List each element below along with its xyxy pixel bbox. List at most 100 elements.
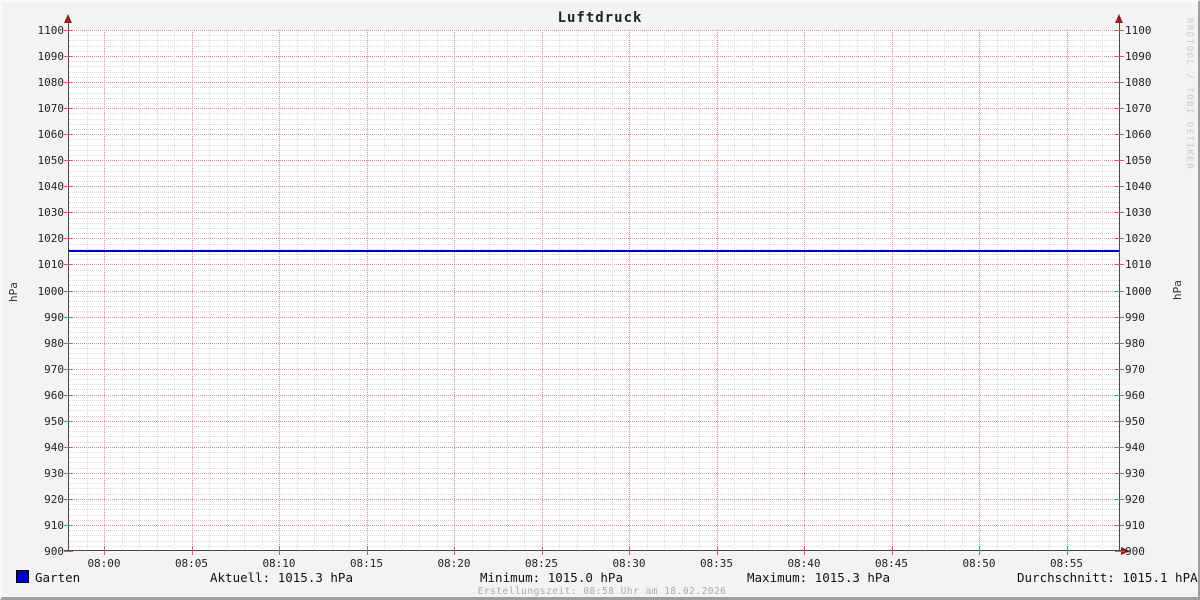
y-tick-mark-right bbox=[1115, 56, 1124, 58]
y-tick-mark-left bbox=[64, 108, 73, 110]
y-tick-label-right: 1020 bbox=[1125, 232, 1152, 246]
stat-aktuell: Aktuell: 1015.3 hPa bbox=[210, 570, 353, 585]
y-axis-label-left: hPa bbox=[7, 282, 20, 302]
gridline-v-major bbox=[629, 30, 630, 551]
y-tick-mark-right bbox=[1115, 368, 1124, 370]
gridline-v-minor bbox=[261, 30, 263, 551]
y-tick-mark-left bbox=[64, 186, 73, 188]
gridline-v-major bbox=[1066, 30, 1068, 551]
series-color-swatch bbox=[16, 570, 29, 583]
y-tick-label-right: 1080 bbox=[1125, 76, 1152, 90]
y-tick-label-right: 1000 bbox=[1125, 284, 1152, 298]
gridline-v-minor bbox=[174, 30, 175, 551]
gridline-v-minor bbox=[401, 30, 403, 551]
gridline-v-minor bbox=[594, 30, 595, 551]
x-axis-line bbox=[64, 550, 1122, 551]
y-tick-mark-left bbox=[64, 394, 73, 396]
y-tick-mark-left bbox=[64, 134, 73, 136]
y-axis-line-left bbox=[68, 20, 69, 551]
y-tick-mark-right bbox=[1115, 498, 1124, 500]
x-tick-label: 08:30 bbox=[612, 557, 646, 570]
y-tick-label-left: 900 bbox=[44, 545, 64, 558]
gridline-v-minor bbox=[524, 30, 525, 551]
x-tick-label: 08:20 bbox=[437, 557, 471, 570]
x-tick-label: 08:05 bbox=[174, 557, 209, 570]
y-tick-label-right: 990 bbox=[1125, 310, 1145, 324]
y-tick-label-left: 910 bbox=[44, 518, 64, 532]
gridline-v-minor bbox=[611, 30, 613, 551]
gridline-v-minor bbox=[506, 30, 508, 551]
y-tick-label-right: 980 bbox=[1125, 336, 1145, 350]
y-tick-label-left: 1070 bbox=[37, 102, 65, 116]
y-tick-label-left: 1080 bbox=[37, 76, 65, 90]
x-tick-mark bbox=[804, 547, 805, 555]
y-tick-label-left: 960 bbox=[44, 388, 64, 402]
gridline-v-major bbox=[191, 30, 193, 551]
chart-title: Luftdruck bbox=[557, 10, 643, 26]
y-tick-mark-right bbox=[1115, 186, 1124, 188]
gridline-v-minor bbox=[156, 30, 158, 551]
gridline-v-minor bbox=[874, 30, 875, 551]
y-axis-label-right: hPa bbox=[1171, 280, 1184, 300]
gridline-v-minor bbox=[331, 30, 333, 551]
y-tick-mark-right bbox=[1115, 420, 1124, 422]
x-tick-mark bbox=[279, 547, 280, 555]
y-tick-label-right: 1050 bbox=[1125, 154, 1152, 168]
x-tick-label: 08:15 bbox=[349, 557, 384, 570]
x-tick-mark bbox=[541, 547, 543, 555]
right-axis-arrow-icon bbox=[1115, 14, 1123, 23]
gridline-v-minor bbox=[489, 30, 490, 551]
gridline-v-minor bbox=[209, 30, 210, 551]
gridline-v-major bbox=[891, 30, 893, 551]
rrdtool-watermark: RRDTOOL / TOBI OETIKER bbox=[1184, 18, 1194, 171]
y-tick-mark-left bbox=[64, 264, 73, 266]
y-tick-label-right: 1090 bbox=[1125, 50, 1152, 64]
y-tick-mark-left bbox=[64, 524, 73, 526]
y-tick-mark-left bbox=[64, 290, 73, 292]
gridline-v-minor bbox=[681, 30, 683, 551]
y-tick-mark-right bbox=[1115, 290, 1124, 292]
x-tick-mark bbox=[979, 547, 980, 555]
y-axis-line-right bbox=[1119, 20, 1120, 551]
gridline-v-minor bbox=[751, 30, 753, 551]
gridline-v-minor bbox=[349, 30, 350, 551]
creation-time: Erstellungszeit: 08:58 Uhr am 18.02.2026 bbox=[477, 586, 727, 597]
y-tick-label-left: 970 bbox=[44, 362, 64, 376]
y-tick-mark-right bbox=[1115, 212, 1124, 214]
y-tick-mark-right bbox=[1115, 472, 1124, 474]
y-tick-label-left: 990 bbox=[44, 310, 64, 324]
x-tick-label: 08:55 bbox=[1049, 557, 1084, 570]
gridline-v-major bbox=[716, 30, 718, 551]
x-tick-mark bbox=[454, 547, 455, 555]
y-tick-label-left: 1090 bbox=[37, 50, 65, 64]
gridline-v-minor bbox=[296, 30, 298, 551]
gridline-v-minor bbox=[909, 30, 910, 551]
y-tick-mark-right bbox=[1115, 30, 1124, 31]
y-tick-mark-left bbox=[64, 551, 73, 552]
gridline-v-minor bbox=[436, 30, 438, 551]
y-tick-label-left: 930 bbox=[44, 466, 64, 480]
y-tick-mark-left bbox=[64, 420, 73, 422]
x-tick-label: 08:50 bbox=[962, 557, 996, 570]
gridline-v-minor bbox=[996, 30, 998, 551]
x-tick-mark bbox=[629, 547, 630, 555]
gridline-v-major bbox=[804, 30, 805, 551]
x-tick-mark bbox=[191, 547, 193, 555]
y-tick-mark-right bbox=[1115, 316, 1124, 318]
y-tick-mark-left bbox=[64, 472, 73, 474]
plot-area bbox=[69, 30, 1119, 551]
y-tick-label-right: 940 bbox=[1125, 440, 1145, 454]
gridline-v-minor bbox=[576, 30, 578, 551]
gridline-v-minor bbox=[471, 30, 473, 551]
gridline-v-minor bbox=[944, 30, 945, 551]
y-tick-mark-left bbox=[64, 160, 73, 162]
y-tick-label-left: 1020 bbox=[37, 232, 65, 246]
y-tick-label-right: 910 bbox=[1125, 518, 1145, 532]
y-tick-mark-right bbox=[1115, 551, 1124, 552]
y-tick-label-left: 950 bbox=[44, 414, 64, 428]
y-tick-label-right: 1100 bbox=[1125, 24, 1152, 37]
gridline-v-minor bbox=[839, 30, 840, 551]
y-tick-label-left: 1050 bbox=[37, 154, 65, 168]
y-tick-mark-right bbox=[1115, 394, 1124, 396]
x-tick-label: 08:40 bbox=[787, 557, 821, 570]
